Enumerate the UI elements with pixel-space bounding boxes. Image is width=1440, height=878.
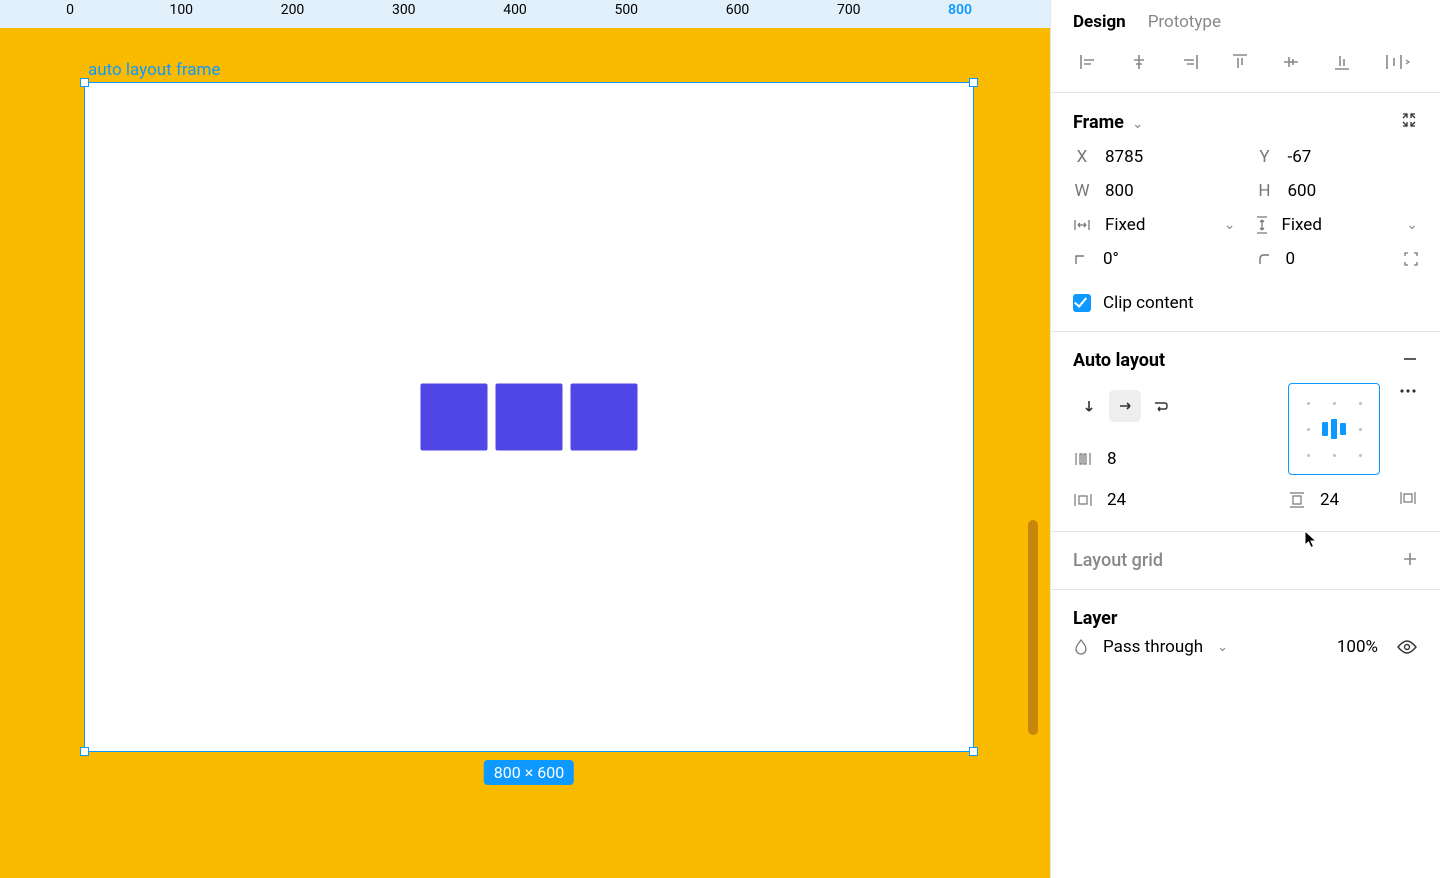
frame-section-header: Frame ⌄	[1051, 93, 1440, 143]
selection-size-badge: 800 × 600	[484, 760, 574, 785]
blend-mode-select[interactable]: Pass through	[1103, 637, 1203, 657]
frame-label[interactable]: auto layout frame	[88, 60, 220, 80]
item-spacing-icon	[1073, 451, 1093, 467]
ruler-tick: 700	[837, 2, 861, 18]
padding-h-input[interactable]: 24	[1107, 490, 1126, 510]
auto-layout-more-button[interactable]	[1398, 383, 1418, 403]
v-sizing-icon	[1256, 216, 1268, 234]
frame-title[interactable]: Frame ⌄	[1073, 112, 1144, 133]
alignment-controls	[1051, 40, 1440, 93]
design-panel: Design Prototype Frame ⌄ X8785 Y-67 W800…	[1050, 0, 1440, 878]
panel-tabs: Design Prototype	[1051, 0, 1440, 40]
align-h-center-button[interactable]	[1124, 50, 1154, 74]
add-layout-grid-button[interactable]	[1402, 551, 1418, 571]
ruler-tick: 300	[392, 2, 416, 18]
x-input[interactable]: 8785	[1105, 147, 1236, 167]
rectangle[interactable]	[571, 384, 638, 451]
ruler-tick: 100	[169, 2, 193, 18]
item-spacing-input[interactable]: 8	[1107, 449, 1117, 469]
distribute-button[interactable]	[1378, 50, 1418, 74]
frame-properties: X8785 Y-67 W800 H600 Fixed ⌄ Fixed ⌄ 0° …	[1051, 143, 1440, 287]
auto-layout-title: Auto layout	[1073, 350, 1165, 371]
frame-children	[421, 384, 638, 451]
clip-content-label: Clip content	[1103, 293, 1194, 313]
canvas[interactable]: 0 100 200 300 400 500 600 700 800 auto layout fr…	[0, 0, 1050, 878]
ruler-tick: 800	[948, 2, 972, 18]
auto-layout-section-header: Auto layout	[1051, 332, 1440, 377]
ruler-tick: 400	[503, 2, 527, 18]
mouse-cursor	[1304, 530, 1318, 550]
padding-h-icon	[1073, 492, 1093, 508]
chevron-down-icon: ⌄	[1217, 640, 1228, 655]
h-input[interactable]: 600	[1288, 181, 1419, 201]
layout-grid-title: Layout grid	[1073, 550, 1163, 571]
rotation-input[interactable]: 0°	[1103, 249, 1236, 269]
align-v-center-button[interactable]	[1276, 50, 1306, 74]
remove-auto-layout-button[interactable]	[1402, 351, 1418, 371]
visibility-icon[interactable]	[1396, 639, 1418, 655]
tab-design[interactable]: Design	[1073, 12, 1126, 32]
align-top-button[interactable]	[1225, 50, 1255, 74]
chevron-down-icon: ⌄	[1132, 116, 1144, 132]
canvas-scrollbar[interactable]	[1028, 520, 1038, 735]
layout-grid-section: Layout grid	[1051, 532, 1440, 590]
selected-frame[interactable]: 800 × 600	[84, 82, 974, 752]
direction-vertical-button[interactable]	[1073, 390, 1105, 422]
ruler-tick: 600	[726, 2, 750, 18]
resize-handle-bottom-right[interactable]	[969, 747, 978, 756]
chevron-down-icon: ⌄	[1406, 217, 1418, 233]
resize-handle-bottom-left[interactable]	[80, 747, 89, 756]
x-label: X	[1073, 147, 1091, 167]
individual-padding-button[interactable]	[1398, 489, 1418, 511]
ruler-tick: 200	[281, 2, 305, 18]
individual-corners-icon[interactable]	[1402, 250, 1420, 268]
h-label: H	[1256, 181, 1274, 201]
h-sizing-icon	[1073, 218, 1091, 232]
layer-title: Layer	[1073, 608, 1118, 629]
rectangle[interactable]	[421, 384, 488, 451]
w-label: W	[1073, 181, 1091, 201]
align-left-button[interactable]	[1073, 50, 1103, 74]
tab-prototype[interactable]: Prototype	[1148, 12, 1221, 32]
y-label: Y	[1256, 147, 1274, 167]
clip-content-row[interactable]: Clip content	[1051, 287, 1440, 332]
auto-layout-body: 8 24 24	[1051, 377, 1440, 532]
blend-mode-icon	[1073, 638, 1089, 656]
w-input[interactable]: 800	[1105, 181, 1236, 201]
align-bottom-button[interactable]	[1327, 50, 1357, 74]
alignment-grid[interactable]	[1288, 383, 1380, 475]
v-sizing-select[interactable]: Fixed	[1282, 215, 1389, 235]
direction-controls	[1073, 390, 1270, 422]
align-right-button[interactable]	[1175, 50, 1205, 74]
rectangle[interactable]	[496, 384, 563, 451]
resize-handle-top-left[interactable]	[80, 78, 89, 87]
layer-body: Pass through ⌄ 100%	[1051, 633, 1440, 677]
corner-radius-input[interactable]: 0	[1286, 249, 1419, 269]
ruler-tick: 500	[614, 2, 638, 18]
resize-handle-top-right[interactable]	[969, 78, 978, 87]
direction-horizontal-button[interactable]	[1109, 390, 1141, 422]
horizontal-ruler: 0 100 200 300 400 500 600 700 800	[0, 0, 1050, 28]
ruler-tick: 0	[66, 2, 74, 18]
h-sizing-select[interactable]: Fixed	[1105, 215, 1206, 235]
chevron-down-icon: ⌄	[1224, 217, 1236, 233]
direction-wrap-button[interactable]	[1145, 390, 1177, 422]
rotation-icon	[1073, 251, 1089, 267]
corner-radius-icon	[1256, 251, 1272, 267]
resize-to-fit-button[interactable]	[1400, 111, 1418, 133]
y-input[interactable]: -67	[1288, 147, 1419, 167]
layer-section-header: Layer	[1051, 590, 1440, 633]
clip-content-checkbox[interactable]	[1073, 294, 1091, 312]
padding-v-input[interactable]: 24	[1320, 490, 1339, 510]
padding-v-icon	[1288, 491, 1306, 509]
opacity-input[interactable]: 100%	[1337, 637, 1378, 657]
